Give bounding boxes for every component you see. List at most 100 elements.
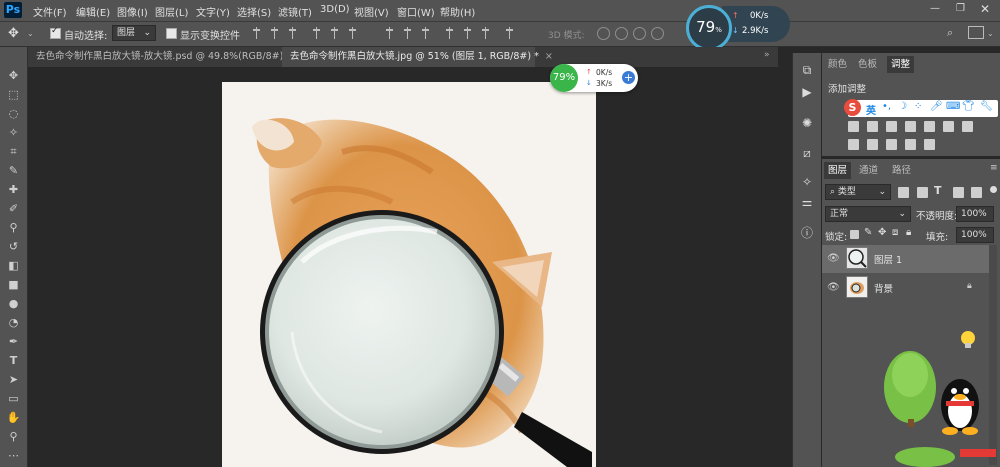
drag-3d-icon[interactable] bbox=[633, 27, 646, 40]
chevron-down-icon[interactable]: ⌄ bbox=[987, 29, 994, 38]
menu-window[interactable]: 窗口(W) bbox=[397, 4, 435, 19]
brightness-contrast-icon[interactable] bbox=[848, 121, 859, 132]
lock-transparent-icon[interactable] bbox=[850, 230, 859, 239]
selective-color-icon[interactable] bbox=[924, 139, 935, 150]
distribute-bottom-icon[interactable] bbox=[421, 27, 430, 39]
hue-saturation-icon[interactable] bbox=[924, 121, 935, 132]
filter-smart-object-icon[interactable] bbox=[971, 187, 982, 198]
show-transform-checkbox[interactable] bbox=[166, 28, 177, 39]
moon-icon[interactable]: ☽ bbox=[898, 101, 907, 112]
healing-brush-tool-icon[interactable]: ✚ bbox=[6, 182, 21, 197]
brush-tool-icon[interactable]: ✐ bbox=[6, 201, 21, 216]
marquee-tool-icon[interactable]: ⬚ bbox=[6, 87, 21, 102]
dodge-tool-icon[interactable]: ◔ bbox=[6, 315, 21, 330]
zoom-tool-icon[interactable]: ⚲ bbox=[6, 429, 21, 444]
menu-type[interactable]: 文字(Y) bbox=[196, 4, 230, 19]
shape-tool-icon[interactable]: ▭ bbox=[6, 391, 21, 406]
tab-adjustments[interactable]: 调整 bbox=[887, 56, 915, 73]
perf-mini-widget[interactable]: 79% ↑ 0K/s ↓ 3K/s + bbox=[550, 64, 638, 92]
path-selection-tool-icon[interactable]: ➤ bbox=[6, 372, 21, 387]
menu-select[interactable]: 选择(S) bbox=[237, 4, 271, 19]
distribute-top-icon[interactable] bbox=[385, 27, 394, 39]
dots-icon[interactable]: ⁘ bbox=[914, 101, 922, 112]
distribute-vcenter-icon[interactable] bbox=[403, 27, 412, 39]
fill-input[interactable]: 100% bbox=[956, 227, 994, 243]
history-panel-icon[interactable]: ⧉ bbox=[799, 62, 815, 78]
menu-filter[interactable]: 滤镜(T) bbox=[278, 4, 312, 19]
filter-shape-icon[interactable] bbox=[953, 187, 964, 198]
orbit-3d-icon[interactable] bbox=[597, 27, 610, 40]
align-left-icon[interactable] bbox=[312, 27, 321, 39]
close-tab-icon[interactable]: × bbox=[545, 51, 553, 62]
blur-tool-icon[interactable]: ● bbox=[6, 296, 21, 311]
wrench-icon[interactable]: 🔧︎ bbox=[980, 101, 993, 112]
tab-swatches[interactable]: 色板 bbox=[858, 56, 877, 73]
brush-settings-icon[interactable]: ✺ bbox=[799, 115, 815, 131]
clone-source-icon[interactable]: ⧄ bbox=[799, 145, 815, 161]
lasso-tool-icon[interactable]: ◌ bbox=[6, 106, 21, 121]
align-top-icon[interactable] bbox=[252, 27, 261, 39]
lock-position-icon[interactable]: ✥ bbox=[878, 227, 886, 238]
tab-channels[interactable]: 通道 bbox=[859, 162, 878, 179]
tab-overflow-icon[interactable]: » bbox=[764, 50, 770, 60]
roll-3d-icon[interactable] bbox=[615, 27, 628, 40]
align-vcenter-icon[interactable] bbox=[270, 27, 279, 39]
distribute-left-icon[interactable] bbox=[445, 27, 454, 39]
posterize-icon[interactable] bbox=[867, 139, 878, 150]
exposure-icon[interactable] bbox=[905, 121, 916, 132]
properties-sliders-icon[interactable]: ⚌ bbox=[799, 194, 815, 210]
opacity-input[interactable]: 100% bbox=[956, 206, 994, 222]
more-tools-icon[interactable]: ⋯ bbox=[6, 448, 21, 463]
document-image[interactable] bbox=[222, 82, 596, 467]
threshold-icon[interactable] bbox=[886, 139, 897, 150]
gradient-tool-icon[interactable]: ■ bbox=[6, 277, 21, 292]
layer-row-layer1[interactable]: 👁︎ 图层 1 bbox=[822, 245, 989, 273]
workspace-icon[interactable] bbox=[968, 26, 984, 39]
add-icon[interactable]: + bbox=[622, 71, 635, 84]
visibility-eye-icon[interactable]: 👁︎ bbox=[827, 282, 840, 293]
move-tool-icon[interactable]: ✥ bbox=[8, 26, 19, 41]
menu-edit[interactable]: 编辑(E) bbox=[76, 4, 110, 19]
move-tool-icon[interactable]: ✥ bbox=[6, 68, 21, 83]
tab-magnifier-jpg[interactable]: 去色命令制作黑白放大镜.jpg @ 51% (图层 1, RGB/8#) * × bbox=[282, 47, 553, 67]
eyedropper-tool-icon[interactable]: ✎ bbox=[6, 163, 21, 178]
microphone-icon[interactable]: 🎤︎ bbox=[930, 101, 943, 112]
crop-tool-icon[interactable]: ⌗ bbox=[6, 144, 21, 159]
layer-filter-dropdown[interactable]: ⌕ 类型 ⌄ bbox=[825, 184, 891, 200]
curves-icon[interactable] bbox=[886, 121, 897, 132]
distribute-right-icon[interactable] bbox=[481, 27, 490, 39]
pen-tool-icon[interactable]: ✒ bbox=[6, 334, 21, 349]
menu-3d[interactable]: 3D(D) bbox=[320, 4, 350, 15]
lock-all-icon[interactable]: 🔒︎ bbox=[906, 227, 911, 238]
ime-language-toggle[interactable]: 英 bbox=[866, 102, 876, 117]
filter-adjustment-icon[interactable] bbox=[917, 187, 928, 198]
tab-color[interactable]: 颜色 bbox=[828, 56, 847, 73]
menu-help[interactable]: 帮助(H) bbox=[440, 4, 475, 19]
layer-row-background[interactable]: 👁︎ 背景 🔒︎ bbox=[822, 274, 989, 302]
desktop-pet-penguin[interactable] bbox=[880, 325, 1000, 467]
menu-file[interactable]: 文件(F) bbox=[33, 4, 67, 19]
tab-layers[interactable]: 图层 bbox=[824, 162, 852, 179]
character-panel-icon[interactable]: ✧ bbox=[799, 174, 815, 190]
tab-magnifier-psd[interactable]: 去色命令制作黑白放大镜-放大镜.psd @ 49.8%(RGB/8#)× bbox=[28, 47, 297, 67]
auto-select-dropdown[interactable]: 图层 ⌄ bbox=[112, 25, 156, 41]
align-bottom-icon[interactable] bbox=[288, 27, 297, 39]
magic-wand-tool-icon[interactable]: ✧ bbox=[6, 125, 21, 140]
menu-view[interactable]: 视图(V) bbox=[354, 4, 389, 19]
actions-play-icon[interactable]: ▶ bbox=[799, 84, 815, 100]
history-brush-tool-icon[interactable]: ↺ bbox=[6, 239, 21, 254]
info-icon[interactable]: ⓘ bbox=[799, 225, 815, 241]
keyboard-icon[interactable]: ⌨ bbox=[946, 101, 960, 112]
slide-3d-icon[interactable] bbox=[651, 27, 664, 40]
menu-layer[interactable]: 图层(L) bbox=[155, 4, 188, 19]
filter-toggle-icon[interactable] bbox=[990, 186, 997, 193]
lock-artboard-icon[interactable]: ⧈ bbox=[892, 227, 898, 238]
invert-icon[interactable] bbox=[848, 139, 859, 150]
eraser-tool-icon[interactable]: ◧ bbox=[6, 258, 21, 273]
color-balance-icon[interactable] bbox=[943, 121, 954, 132]
auto-select-checkbox[interactable] bbox=[50, 26, 61, 39]
minimize-icon[interactable]: — bbox=[930, 3, 940, 14]
levels-icon[interactable] bbox=[867, 121, 878, 132]
restore-icon[interactable]: ❐ bbox=[956, 3, 965, 14]
chevron-down-icon[interactable]: ⌄ bbox=[27, 29, 34, 38]
